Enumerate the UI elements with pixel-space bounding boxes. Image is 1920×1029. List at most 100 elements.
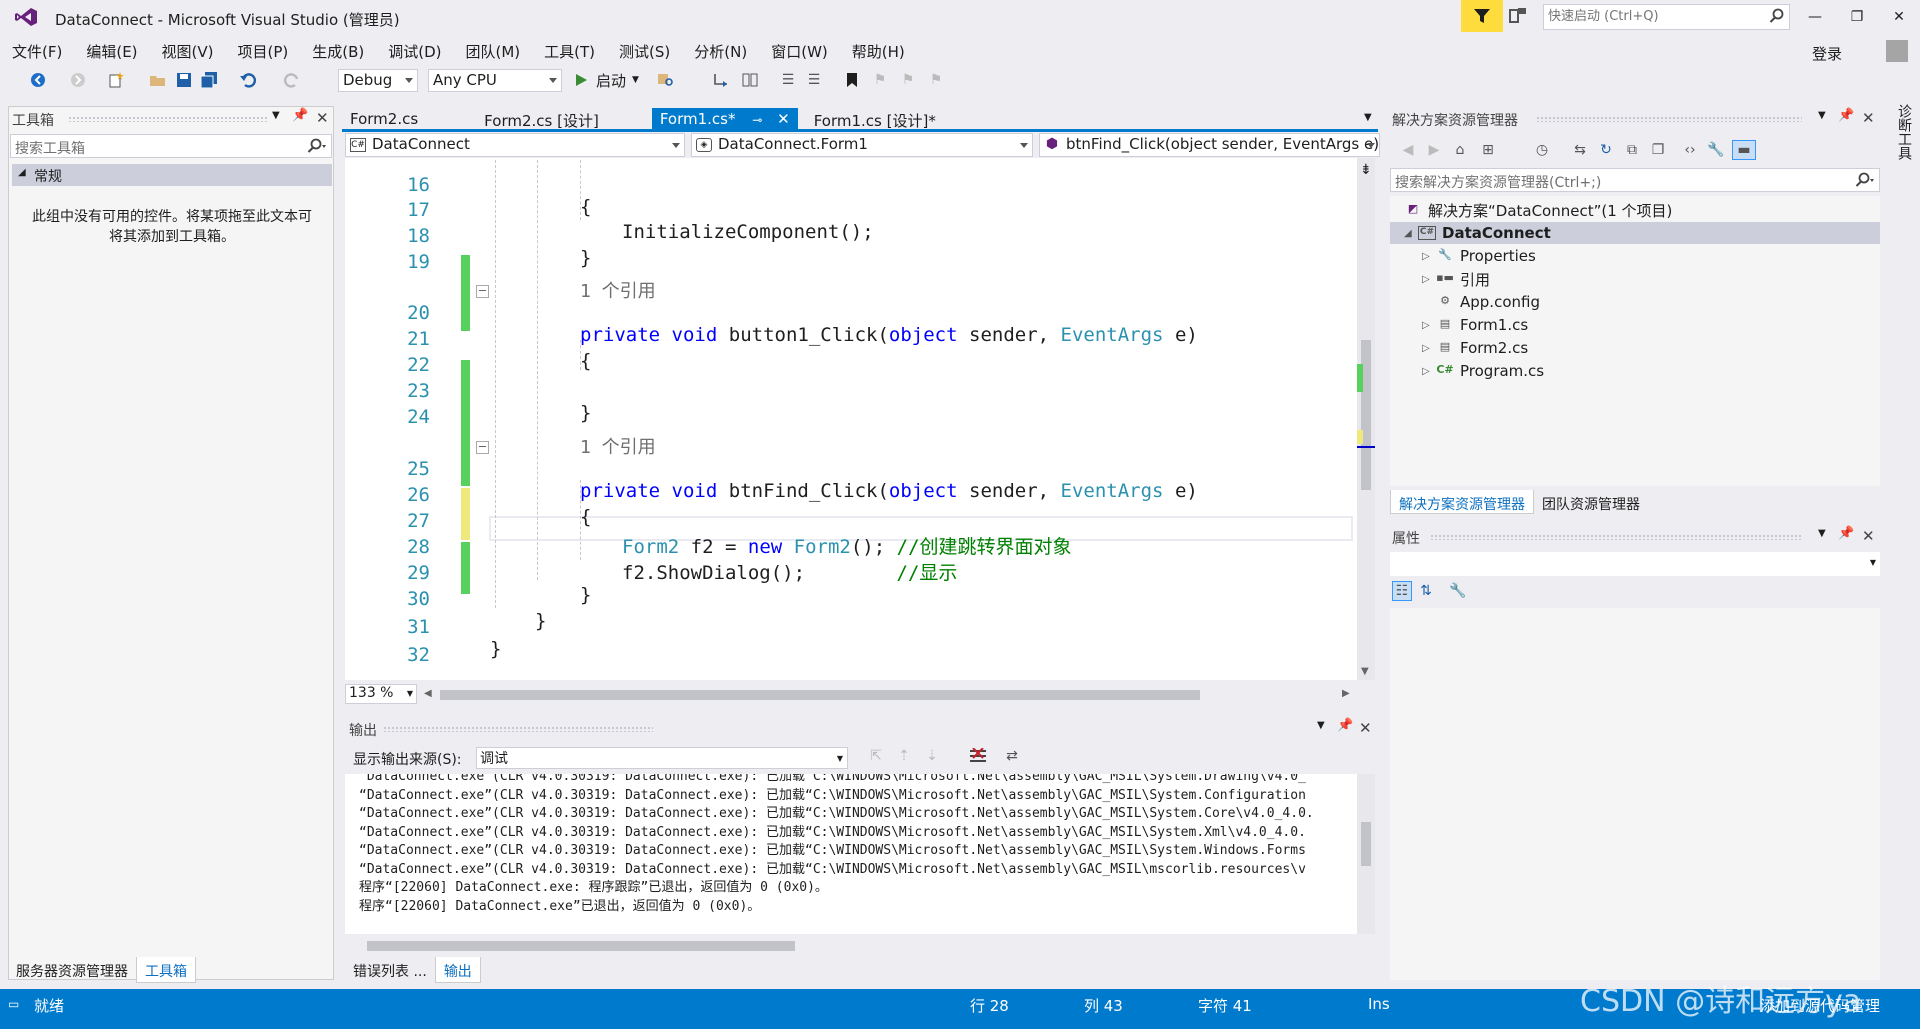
tree-project[interactable]: ◢ C# DataConnect: [1390, 222, 1880, 244]
undo-icon[interactable]: [238, 70, 258, 90]
tree-item-program[interactable]: ▷ C# Program.cs: [1422, 360, 1544, 382]
sync-icon[interactable]: ⇆: [1570, 140, 1590, 160]
alphabetical-icon[interactable]: ⇅: [1416, 581, 1436, 601]
menu-debug[interactable]: 调试(D): [376, 38, 453, 64]
expand-icon[interactable]: ▷: [1422, 251, 1436, 262]
tab-team-explorer[interactable]: 团队资源管理器: [1534, 490, 1648, 514]
navigate-forward-icon[interactable]: [68, 70, 88, 90]
toolbox-group-general[interactable]: ◢ 常规: [12, 164, 332, 186]
solution-platform-dropdown[interactable]: Any CPU: [428, 69, 562, 92]
tab-output[interactable]: 输出: [434, 957, 481, 983]
minimize-button[interactable]: —: [1800, 6, 1830, 28]
next-bookmark-icon[interactable]: ⚑: [898, 70, 918, 90]
pin-icon[interactable]: 📌: [292, 108, 308, 123]
redo-icon[interactable]: [282, 70, 302, 90]
expand-icon[interactable]: ▷: [1422, 366, 1436, 377]
feedback-filter-button[interactable]: [1461, 0, 1503, 32]
menu-build[interactable]: 生成(B): [300, 38, 376, 64]
collapse-all-icon[interactable]: ⧉: [1622, 140, 1642, 160]
tab-form2-cs[interactable]: Form2.cs: [342, 108, 426, 130]
quick-launch-input[interactable]: [1548, 5, 1758, 27]
close-tab-icon[interactable]: ✕: [777, 110, 790, 128]
menu-help[interactable]: 帮助(H): [840, 38, 917, 64]
prev-bookmark-icon[interactable]: ⚑: [870, 70, 890, 90]
panel-options-icon[interactable]: ▼: [272, 110, 280, 121]
menu-tools[interactable]: 工具(T): [532, 38, 607, 64]
scroll-down-icon[interactable]: ▼: [1361, 666, 1369, 677]
open-file-icon[interactable]: [148, 70, 168, 90]
pin-icon[interactable]: 📌: [1838, 108, 1854, 123]
close-window-button[interactable]: ✕: [1884, 6, 1914, 28]
panel-options-icon[interactable]: ▼: [1317, 720, 1325, 731]
show-all-files-icon[interactable]: ❐: [1648, 140, 1668, 160]
editor-hscroll-thumb[interactable]: [440, 690, 1200, 700]
tab-diagnostic-tools[interactable]: 诊断工具: [1896, 104, 1914, 160]
view-code-icon[interactable]: ‹›: [1680, 140, 1700, 160]
menu-test[interactable]: 测试(S): [607, 38, 682, 64]
bookmark-icon[interactable]: [842, 70, 862, 90]
save-all-icon[interactable]: [200, 70, 220, 90]
output-source-dropdown[interactable]: 调试 ▼: [476, 747, 848, 769]
property-pages-icon[interactable]: 🔧: [1448, 581, 1468, 601]
close-icon[interactable]: ✕: [1862, 109, 1875, 127]
editor-scroll-thumb[interactable]: [1361, 340, 1371, 490]
categorized-icon[interactable]: ☷: [1392, 581, 1412, 601]
back-icon[interactable]: ◀: [1398, 140, 1418, 160]
step-over-icon[interactable]: [740, 70, 760, 90]
start-debugging-button[interactable]: 启动 ▼: [574, 69, 639, 91]
tab-form2-designer[interactable]: Form2.cs [设计]: [476, 108, 607, 130]
collapse-icon[interactable]: ◢: [1404, 228, 1418, 239]
tab-toolbox[interactable]: 工具箱: [136, 957, 196, 983]
menu-project[interactable]: 项目(P): [226, 38, 301, 64]
output-hscroll-thumb[interactable]: [367, 941, 795, 951]
tab-error-list[interactable]: 错误列表 ...: [345, 957, 435, 983]
properties-icon[interactable]: 🔧: [1706, 140, 1726, 160]
tab-form1-designer[interactable]: Form1.cs [设计]*: [806, 108, 944, 130]
go-to-location-icon[interactable]: ⇱: [866, 746, 886, 766]
menu-file[interactable]: 文件(F): [0, 38, 74, 64]
tree-item-form1[interactable]: ▷ ▤ Form1.cs: [1422, 314, 1528, 336]
tree-item-form2[interactable]: ▷ ▤ Form2.cs: [1422, 337, 1528, 359]
find-in-files-icon[interactable]: [656, 70, 676, 90]
pin-icon[interactable]: 📌: [1337, 718, 1353, 733]
panel-options-icon[interactable]: ▼: [1818, 110, 1826, 121]
properties-object-dropdown[interactable]: ▼: [1390, 552, 1880, 576]
preview-selected-icon[interactable]: ▬: [1732, 140, 1756, 160]
codelens-reference[interactable]: 1 个引用: [345, 411, 1355, 458]
output-vertical-scrollbar[interactable]: [1357, 774, 1375, 934]
menu-edit[interactable]: 编辑(E): [74, 38, 149, 64]
save-icon[interactable]: [174, 70, 194, 90]
tree-item-references[interactable]: ▷ ▪▬ 引用: [1422, 268, 1490, 290]
scroll-right-icon[interactable]: ▶: [1342, 688, 1350, 699]
tree-solution-root[interactable]: ◩ 解决方案“DataConnect”(1 个项目): [1404, 199, 1673, 221]
forward-icon[interactable]: ▶: [1424, 140, 1444, 160]
output-horizontal-scrollbar[interactable]: [345, 936, 1357, 956]
navigate-back-icon[interactable]: [28, 70, 48, 90]
next-message-icon[interactable]: ⇣: [922, 746, 942, 766]
user-avatar-icon[interactable]: [1886, 40, 1908, 62]
close-icon[interactable]: ✕: [1862, 527, 1875, 545]
solution-configuration-dropdown[interactable]: Debug: [338, 69, 418, 92]
tab-solution-explorer[interactable]: 解决方案资源管理器: [1390, 490, 1534, 514]
new-project-icon[interactable]: [106, 70, 126, 90]
output-scroll-thumb[interactable]: [1361, 822, 1371, 866]
close-icon[interactable]: ✕: [316, 109, 329, 127]
expand-icon[interactable]: ▷: [1422, 320, 1436, 331]
output-text[interactable]: “DataConnect.exe”(CLR v4.0.30319: DataCo…: [345, 774, 1357, 934]
split-editor-icon[interactable]: ⇟: [1360, 162, 1372, 178]
clear-all-icon[interactable]: [968, 746, 988, 766]
step-into-icon[interactable]: [712, 70, 732, 90]
menu-team[interactable]: 团队(M): [454, 38, 533, 64]
notification-icon[interactable]: [1508, 6, 1532, 28]
sign-in-link[interactable]: 登录: [1812, 43, 1842, 64]
quick-launch-search[interactable]: [1543, 4, 1790, 30]
restore-button[interactable]: ❐: [1842, 6, 1872, 28]
word-wrap-icon[interactable]: ⇄: [1002, 746, 1022, 766]
switch-views-icon[interactable]: ⊞: [1478, 140, 1498, 160]
menu-window[interactable]: 窗口(W): [759, 38, 840, 64]
clear-bookmarks-icon[interactable]: ⚑: [926, 70, 946, 90]
tree-item-appconfig[interactable]: ⚙ App.config: [1436, 291, 1540, 313]
indent-icon[interactable]: ☰: [804, 70, 824, 90]
codelens-reference[interactable]: 1 个引用: [345, 255, 1355, 302]
menu-analyze[interactable]: 分析(N): [682, 38, 759, 64]
